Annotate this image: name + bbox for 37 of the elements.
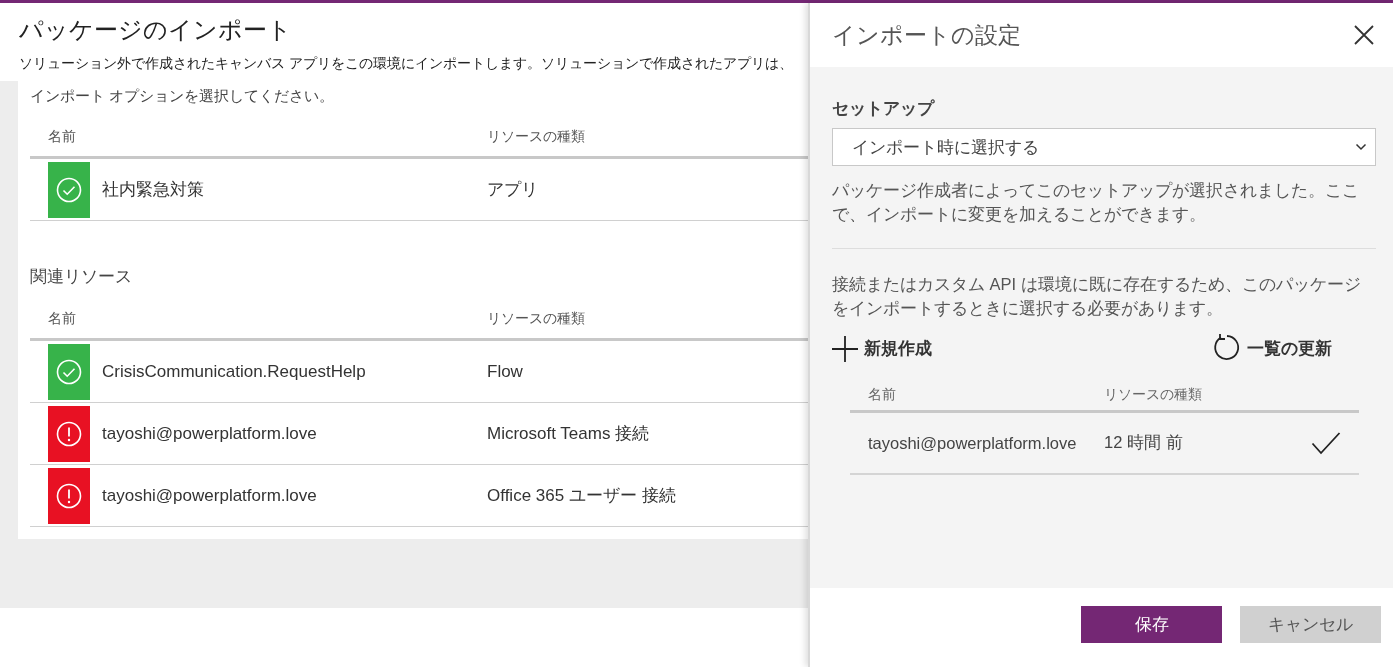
error-icon <box>48 405 90 462</box>
connection-name: tayoshi@powerplatform.love <box>868 432 1078 454</box>
resource-type: Office 365 ユーザー 接続 <box>487 485 676 507</box>
column-header: リソースの種類 <box>487 128 585 146</box>
save-button[interactable]: 保存 <box>1081 606 1222 643</box>
column-header: 名前 <box>47 310 77 328</box>
page-title: パッケージのインポート <box>19 15 293 45</box>
chevron-down-icon <box>1355 143 1367 151</box>
resource-name: tayoshi@powerplatform.love <box>102 423 318 444</box>
resource-name: CrisisCommunication.RequestHelp <box>102 361 367 382</box>
resource-type: アプリ <box>487 179 538 201</box>
column-header: リソースの種類 <box>1104 386 1202 404</box>
resource-type: Microsoft Teams 接続 <box>487 423 650 445</box>
resource-name: 社内緊急対策 <box>102 179 205 201</box>
setup-dropdown[interactable]: インポート時に選択する <box>832 128 1376 166</box>
field-label: セットアップ <box>832 98 934 120</box>
last-modified: 12 時間 前 <box>1104 432 1184 453</box>
add-button[interactable]: 新規作成 <box>832 335 932 363</box>
column-header: リソースの種類 <box>487 310 585 328</box>
page-description: ソリューション外で作成されたキャンバス アプリをこの環境にインポートします。ソリューションで作成されたアプリは、 <box>19 54 793 73</box>
instruction-text: インポート オプションを選択してください。 <box>30 87 335 106</box>
success-icon <box>48 161 90 218</box>
connection-note: 接続またはカスタム API は環境に既に存在するため、このパッケージをインポートするときに選択する必要があります。 <box>832 274 1362 319</box>
column-header: 名前 <box>867 386 897 404</box>
column-header: 名前 <box>47 128 77 146</box>
cancel-button[interactable]: キャンセル <box>1240 606 1381 643</box>
setup-note: パッケージ作成者によってこのセットアップが選択されました。ここで、インポートに変更を加えることができます。 <box>832 180 1360 225</box>
success-icon <box>48 343 90 400</box>
plus-icon <box>832 335 858 363</box>
panel-title: インポートの設定 <box>832 20 1021 50</box>
close-icon <box>1353 24 1375 46</box>
close-button[interactable] <box>1353 24 1375 46</box>
resource-type: Flow <box>487 361 523 382</box>
resource-name: tayoshi@powerplatform.love <box>102 485 318 506</box>
error-icon <box>48 467 90 524</box>
section-title: 関連リソース <box>30 266 132 288</box>
refresh-button[interactable]: 一覧の更新 <box>1211 334 1332 364</box>
